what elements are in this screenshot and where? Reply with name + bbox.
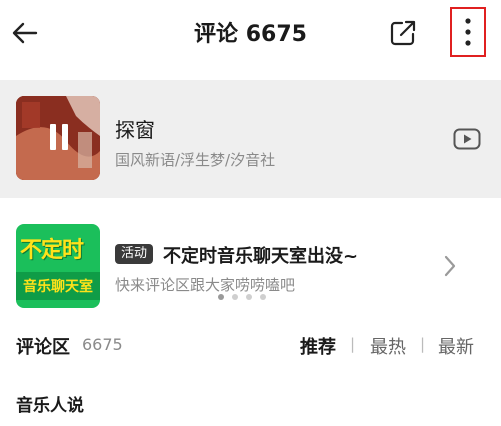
chevron-right-icon[interactable]	[442, 254, 458, 278]
pause-icon[interactable]	[48, 124, 70, 150]
video-play-icon[interactable]	[453, 128, 481, 150]
carousel-dot	[232, 294, 238, 300]
banner-thumbnail[interactable]: 不定时 音乐聊天室	[16, 224, 100, 308]
banner-subtitle[interactable]: 快来评论区跟大家唠唠嗑吧	[115, 274, 295, 295]
banner-thumb-line2: 音乐聊天室	[16, 272, 100, 300]
sort-tab-hottest[interactable]: 最热	[370, 333, 406, 359]
sort-separator: |	[420, 335, 426, 353]
song-artist[interactable]: 国风新语/浮生梦/汐音社	[115, 149, 275, 170]
musician-says-title: 音乐人说	[16, 396, 84, 416]
page-title: 评论 6675	[194, 22, 307, 47]
sort-tab-newest[interactable]: 最新	[438, 333, 474, 359]
share-icon[interactable]	[388, 18, 418, 48]
song-title[interactable]: 探窗	[115, 114, 155, 143]
album-cover[interactable]	[16, 96, 100, 180]
carousel-dot	[218, 294, 224, 300]
sort-separator: |	[350, 335, 356, 353]
comment-count: 6675	[82, 335, 123, 354]
app-header: 评论 6675	[0, 0, 501, 70]
more-options-button[interactable]	[450, 7, 486, 57]
banner-thumb-line1: 不定时	[20, 238, 84, 263]
activity-tag: 活动	[115, 244, 154, 264]
sort-tab-recommended[interactable]: 推荐	[300, 333, 336, 359]
comment-sort-bar	[0, 330, 501, 360]
carousel-dot	[260, 294, 266, 300]
banner-title[interactable]: 不定时音乐聊天室出没~	[163, 242, 358, 268]
carousel-dot	[246, 294, 252, 300]
more-vertical-icon	[465, 18, 471, 46]
comment-section-title: 评论区	[16, 337, 70, 358]
